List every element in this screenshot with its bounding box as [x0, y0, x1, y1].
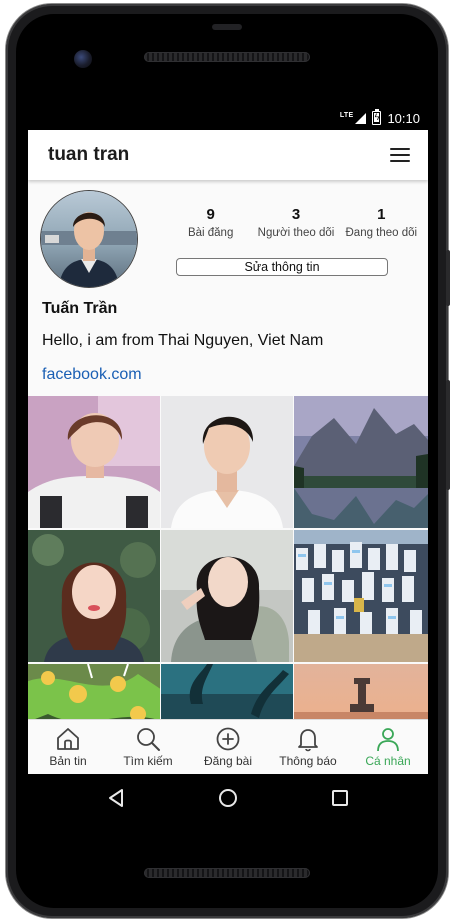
stat-posts[interactable]: 9 Bài đăng	[168, 206, 253, 239]
edit-profile-button[interactable]: Sửa thông tin	[176, 258, 388, 276]
nav-item-profile[interactable]: Cá nhân	[348, 720, 428, 774]
earpiece-speaker	[144, 52, 310, 62]
person-icon	[377, 728, 399, 752]
post-thumbnail[interactable]	[294, 530, 428, 662]
app-screen: LTE ϟ 10:10 tuan tran 9 Bài đăng 3 Người…	[28, 106, 428, 774]
profile-header: 9 Bài đăng 3 Người theo dõi 1 Đang theo …	[28, 180, 428, 394]
status-bar: LTE ϟ 10:10	[28, 106, 428, 130]
profile-bio: Hello, i am from Thai Nguyen, Viet Nam	[42, 332, 324, 349]
post-thumbnail[interactable]	[294, 396, 428, 528]
back-icon[interactable]	[104, 786, 128, 810]
stat-label: Bài đăng	[187, 227, 234, 239]
front-camera	[74, 50, 92, 68]
avatar[interactable]	[40, 190, 138, 288]
nav-label: Thông báo	[279, 754, 337, 768]
post-grid	[28, 396, 428, 774]
proximity-sensor	[212, 24, 242, 30]
profile-link[interactable]: facebook.com	[42, 366, 142, 384]
power-button	[446, 380, 450, 490]
post-thumbnail[interactable]	[28, 530, 160, 662]
bottom-nav: Bản tin Tìm kiếm Đăng bài Thông báo Cá n…	[28, 719, 428, 774]
stat-label: Đang theo dõi	[345, 227, 418, 239]
nav-item-notifications[interactable]: Thông báo	[268, 720, 348, 774]
profile-name: Tuấn Trần	[42, 300, 118, 317]
post-thumbnail[interactable]	[161, 530, 293, 662]
add-circle-icon	[216, 727, 240, 751]
home-circle-icon[interactable]	[216, 786, 240, 810]
nav-item-search[interactable]: Tìm kiếm	[108, 720, 188, 774]
post-thumbnail[interactable]	[161, 396, 293, 528]
nav-label: Tìm kiếm	[123, 754, 173, 768]
stat-count: 3	[291, 206, 301, 223]
nav-item-post[interactable]: Đăng bài	[188, 720, 268, 774]
menu-icon[interactable]	[390, 148, 410, 162]
recents-icon[interactable]	[328, 786, 352, 810]
post-thumbnail[interactable]	[28, 396, 160, 528]
stat-label: Người theo dõi	[257, 227, 335, 239]
nav-label: Đăng bài	[203, 754, 253, 768]
battery-icon: ϟ	[372, 109, 382, 125]
nav-item-feed[interactable]: Bản tin	[28, 720, 108, 774]
search-icon	[137, 728, 160, 751]
network-type: LTE	[339, 111, 354, 119]
nav-label: Bản tin	[49, 754, 87, 768]
nav-label: Cá nhân	[365, 754, 411, 768]
app-bar: tuan tran	[28, 130, 428, 180]
bell-icon	[298, 729, 318, 752]
system-nav-bar	[28, 774, 428, 822]
volume-button	[446, 250, 450, 306]
stat-count: 1	[377, 206, 386, 223]
home-icon	[57, 728, 79, 750]
stat-followers[interactable]: 3 Người theo dõi	[253, 206, 338, 239]
stat-following[interactable]: 1 Đang theo dõi	[339, 206, 424, 239]
status-time: 10:10	[387, 110, 420, 126]
stat-count: 9	[206, 206, 215, 223]
profile-stats: 9 Bài đăng 3 Người theo dõi 1 Đang theo …	[168, 206, 424, 239]
signal-icon	[355, 112, 367, 124]
bottom-speaker	[144, 868, 310, 878]
profile-username: tuan tran	[48, 144, 130, 165]
